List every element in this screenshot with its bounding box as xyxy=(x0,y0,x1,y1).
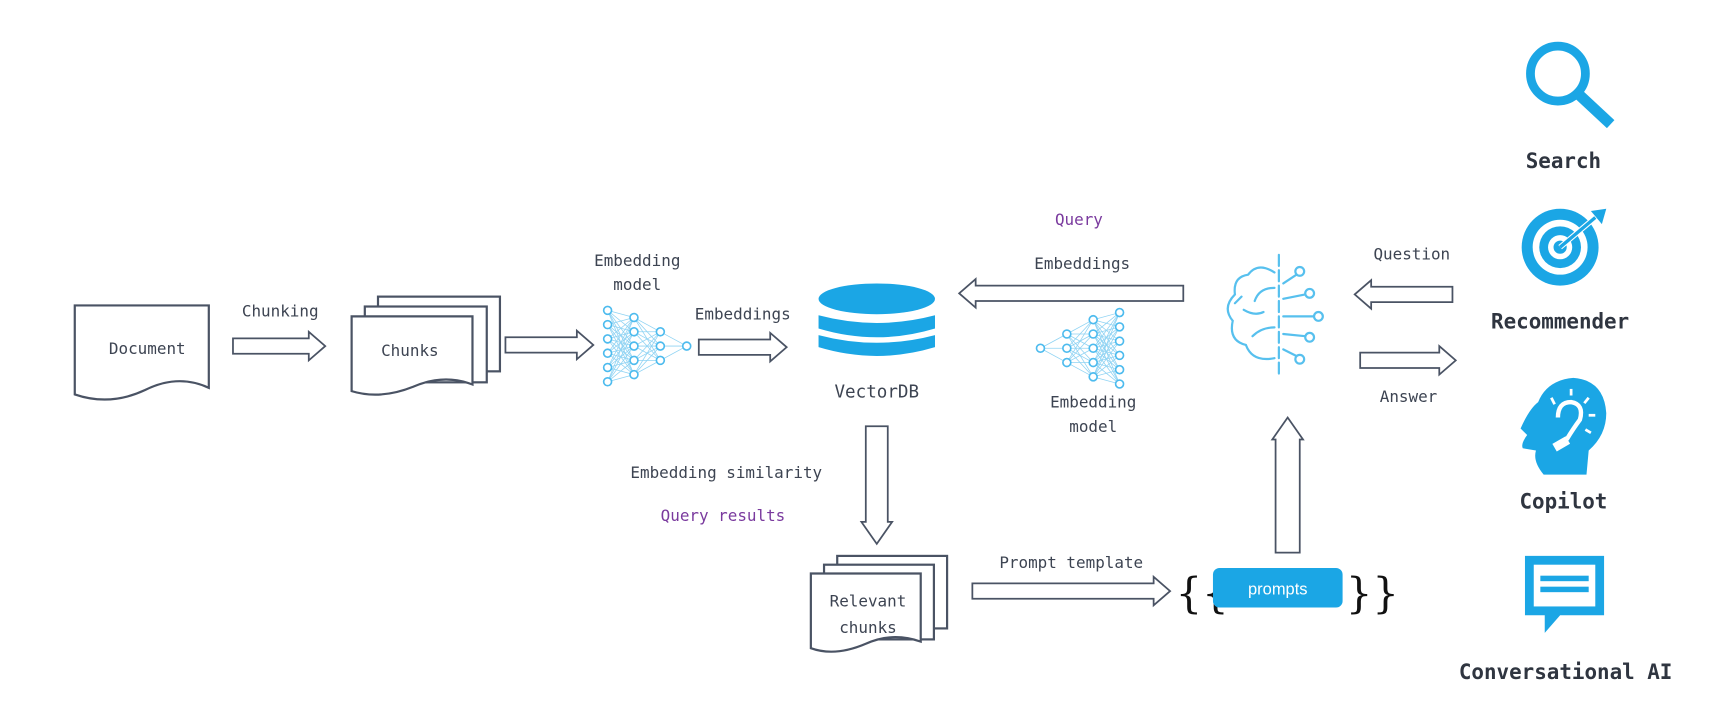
chunking-arrow xyxy=(232,329,327,363)
nn-node xyxy=(1114,307,1125,318)
nn-node xyxy=(1088,372,1098,382)
chunks-label: Chunks xyxy=(381,341,439,360)
nn-node xyxy=(629,327,639,337)
embedding-model-left-label-1: Embedding xyxy=(594,251,680,270)
nn-node xyxy=(655,341,666,351)
embeddings-left-label: Embeddings xyxy=(695,305,791,324)
nn-node xyxy=(655,355,666,366)
chunking-label: Chunking xyxy=(242,301,319,320)
embedding-model-right-label-2: model xyxy=(1069,417,1117,436)
nn-node xyxy=(602,348,613,358)
brain-ai-icon xyxy=(1226,253,1324,375)
app-recommender-label: Recommender xyxy=(1491,309,1629,333)
nn-node xyxy=(655,327,666,337)
brace-close: }} xyxy=(1346,569,1399,618)
nn-node xyxy=(1088,314,1098,325)
nn-node xyxy=(1114,379,1125,389)
nn-node xyxy=(1114,364,1125,375)
prompt-template-arrow xyxy=(971,574,1172,608)
nn-node xyxy=(602,376,613,387)
app-search-label: Search xyxy=(1526,149,1601,173)
target-icon xyxy=(1521,208,1607,286)
idea-head-icon xyxy=(1520,377,1607,475)
nn-node xyxy=(602,319,613,330)
app-conversational-ai-label: Conversational AI xyxy=(1459,660,1672,684)
embeddings-right-label: Embeddings xyxy=(1034,254,1130,273)
vectordb-label: VectorDB xyxy=(834,383,919,403)
nn-node xyxy=(1114,322,1125,332)
chat-bubble-icon xyxy=(1524,555,1605,633)
nn-node xyxy=(629,312,639,323)
relevant-chunks-node: Relevant chunks xyxy=(809,554,949,653)
nn-node xyxy=(1088,357,1098,368)
rag-diagram: Document Chunking Chunks Embedding model… xyxy=(73,41,1672,684)
chunks-node: Chunks xyxy=(350,295,502,396)
nn-node xyxy=(681,341,692,351)
chunks-to-model-arrow xyxy=(504,328,595,362)
query-results-arrow xyxy=(859,425,894,546)
nn-node xyxy=(602,305,613,316)
document-node: Document xyxy=(73,304,210,401)
neural-network-icon xyxy=(1035,307,1125,389)
nn-node xyxy=(1088,343,1098,354)
search-icon xyxy=(1526,41,1615,129)
query-label: Query xyxy=(1055,210,1103,229)
nn-node xyxy=(1114,336,1125,346)
neural-network-icon xyxy=(602,305,692,387)
nn-node xyxy=(1035,343,1046,354)
nn-node xyxy=(1062,357,1072,368)
prompts-label: prompts xyxy=(1248,580,1308,598)
relevant-chunks-label-2: chunks xyxy=(839,618,897,637)
embedding-model-right-label-1: Embedding xyxy=(1050,393,1136,412)
document-label: Document xyxy=(109,339,186,358)
question-arrow xyxy=(1353,278,1454,311)
embedding-model-left-label-2: model xyxy=(613,275,661,294)
nn-node xyxy=(1088,329,1098,339)
answer-label: Answer xyxy=(1380,387,1438,406)
nn-node xyxy=(1114,350,1125,361)
nn-node xyxy=(1062,329,1072,339)
prompts-to-llm-arrow xyxy=(1270,415,1305,554)
nn-node xyxy=(1062,343,1072,354)
query-embeddings-arrow xyxy=(957,277,1185,310)
database-icon xyxy=(818,283,936,356)
query-results-label: Query results xyxy=(661,506,786,525)
nn-node xyxy=(629,369,639,380)
nn-node xyxy=(602,362,613,373)
nn-node xyxy=(602,334,613,344)
answer-arrow xyxy=(1359,344,1458,377)
question-label: Question xyxy=(1373,244,1450,263)
embedding-similarity-label: Embedding similarity xyxy=(630,463,822,482)
app-copilot-label: Copilot xyxy=(1519,490,1607,514)
relevant-chunks-label-1: Relevant xyxy=(830,591,907,610)
embeddings-arrow xyxy=(697,330,789,364)
prompt-template-label: Prompt template xyxy=(999,553,1143,572)
nn-node xyxy=(629,355,639,366)
nn-node xyxy=(629,341,639,351)
